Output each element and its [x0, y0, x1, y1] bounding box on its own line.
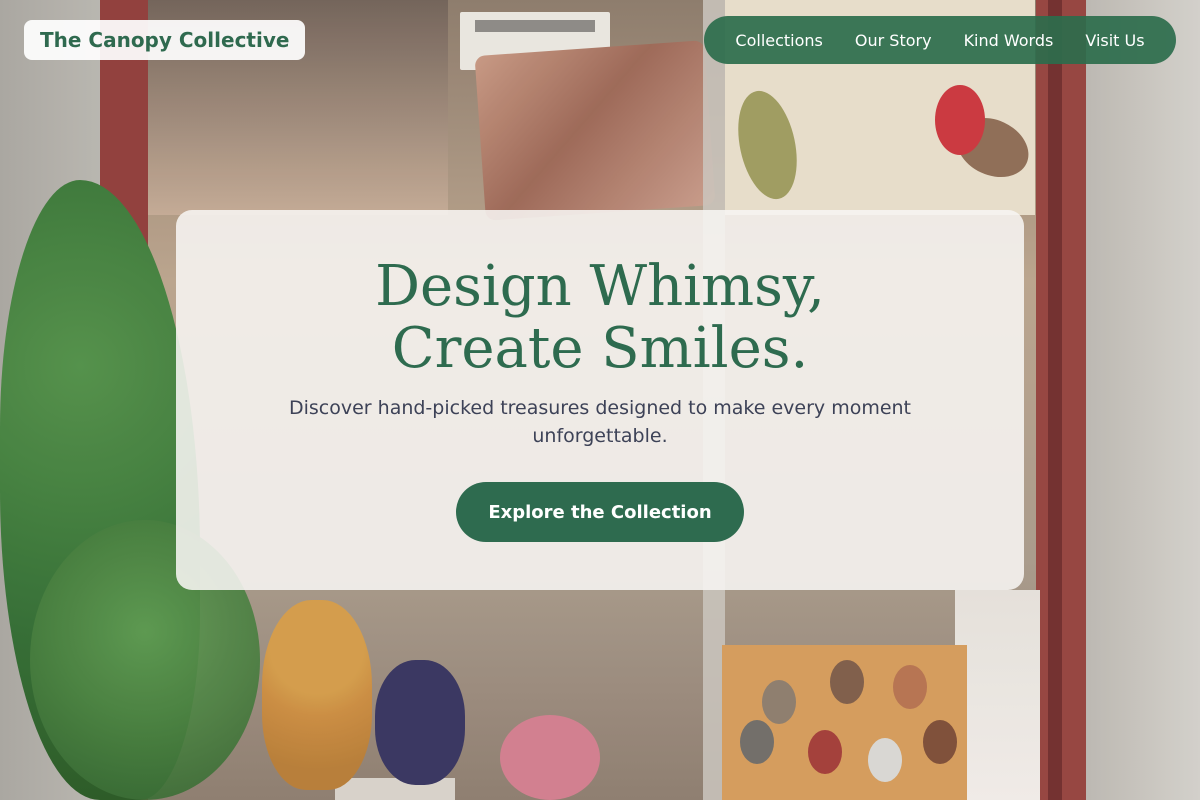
brand-name: The Canopy Collective	[40, 28, 290, 52]
nav-item-collections[interactable]: Collections	[735, 31, 822, 50]
nav-item-our-story[interactable]: Our Story	[855, 31, 932, 50]
nav-item-kind-words[interactable]: Kind Words	[964, 31, 1054, 50]
nav-item-visit-us[interactable]: Visit Us	[1085, 31, 1144, 50]
hero-card: Design Whimsy, Create Smiles. Discover h…	[176, 210, 1024, 590]
brand-logo-link[interactable]: The Canopy Collective	[24, 20, 306, 60]
hero-title: Design Whimsy, Create Smiles.	[375, 254, 825, 381]
main-nav: Collections Our Story Kind Words Visit U…	[704, 16, 1176, 64]
hero-subtitle: Discover hand-picked treasures designed …	[288, 397, 912, 447]
explore-collection-button[interactable]: Explore the Collection	[456, 482, 744, 542]
